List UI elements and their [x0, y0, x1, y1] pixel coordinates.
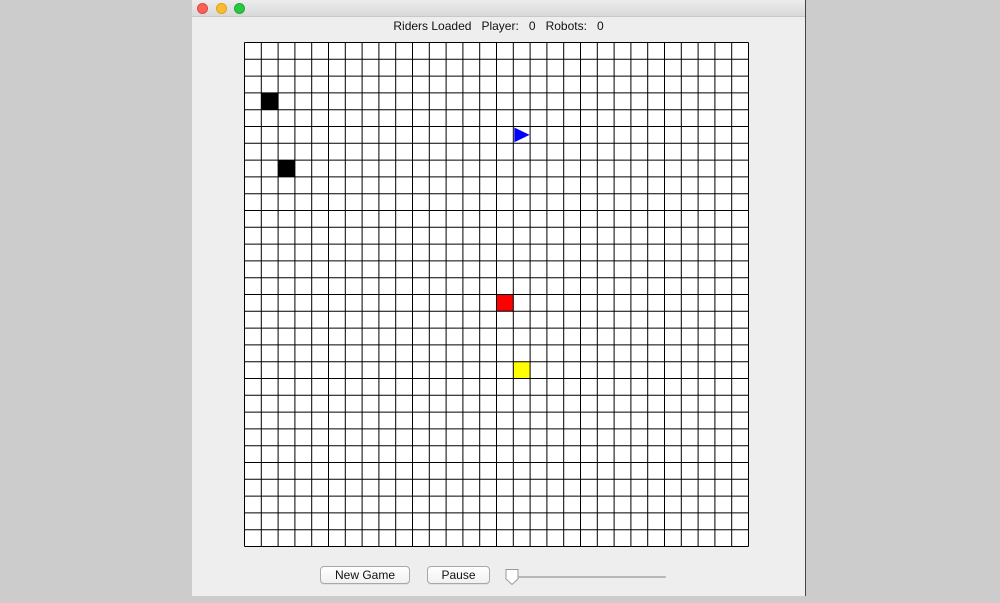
control-bar: New Game Pause [192, 566, 805, 588]
pause-button[interactable]: Pause [427, 566, 490, 584]
obstacle-piece [261, 92, 279, 110]
obstacle-piece [278, 160, 295, 177]
player-count: 0 [528, 19, 536, 33]
game-window: Riders Loaded Player: 0 Robots: 0 New Ga… [192, 0, 806, 596]
close-window-button[interactable] [197, 3, 208, 14]
yellow-rider-piece [513, 361, 531, 379]
zoom-window-button[interactable] [234, 3, 245, 14]
game-board[interactable] [244, 42, 749, 547]
slider-thumb[interactable] [504, 568, 520, 586]
title-bar[interactable] [192, 0, 805, 17]
speed-slider[interactable] [504, 568, 666, 586]
slider-track[interactable] [510, 576, 666, 578]
minimize-window-button[interactable] [216, 3, 227, 14]
robots-count: 0 [596, 19, 604, 33]
robots-label: Robots: [545, 19, 587, 33]
status-prefix: Riders Loaded [393, 19, 472, 33]
player-label: Player: [481, 19, 519, 33]
status-bar: Riders Loaded Player: 0 Robots: 0 [192, 17, 805, 35]
red-robot-piece [496, 294, 514, 312]
game-grid[interactable] [244, 42, 749, 547]
new-game-button[interactable]: New Game [320, 566, 410, 584]
